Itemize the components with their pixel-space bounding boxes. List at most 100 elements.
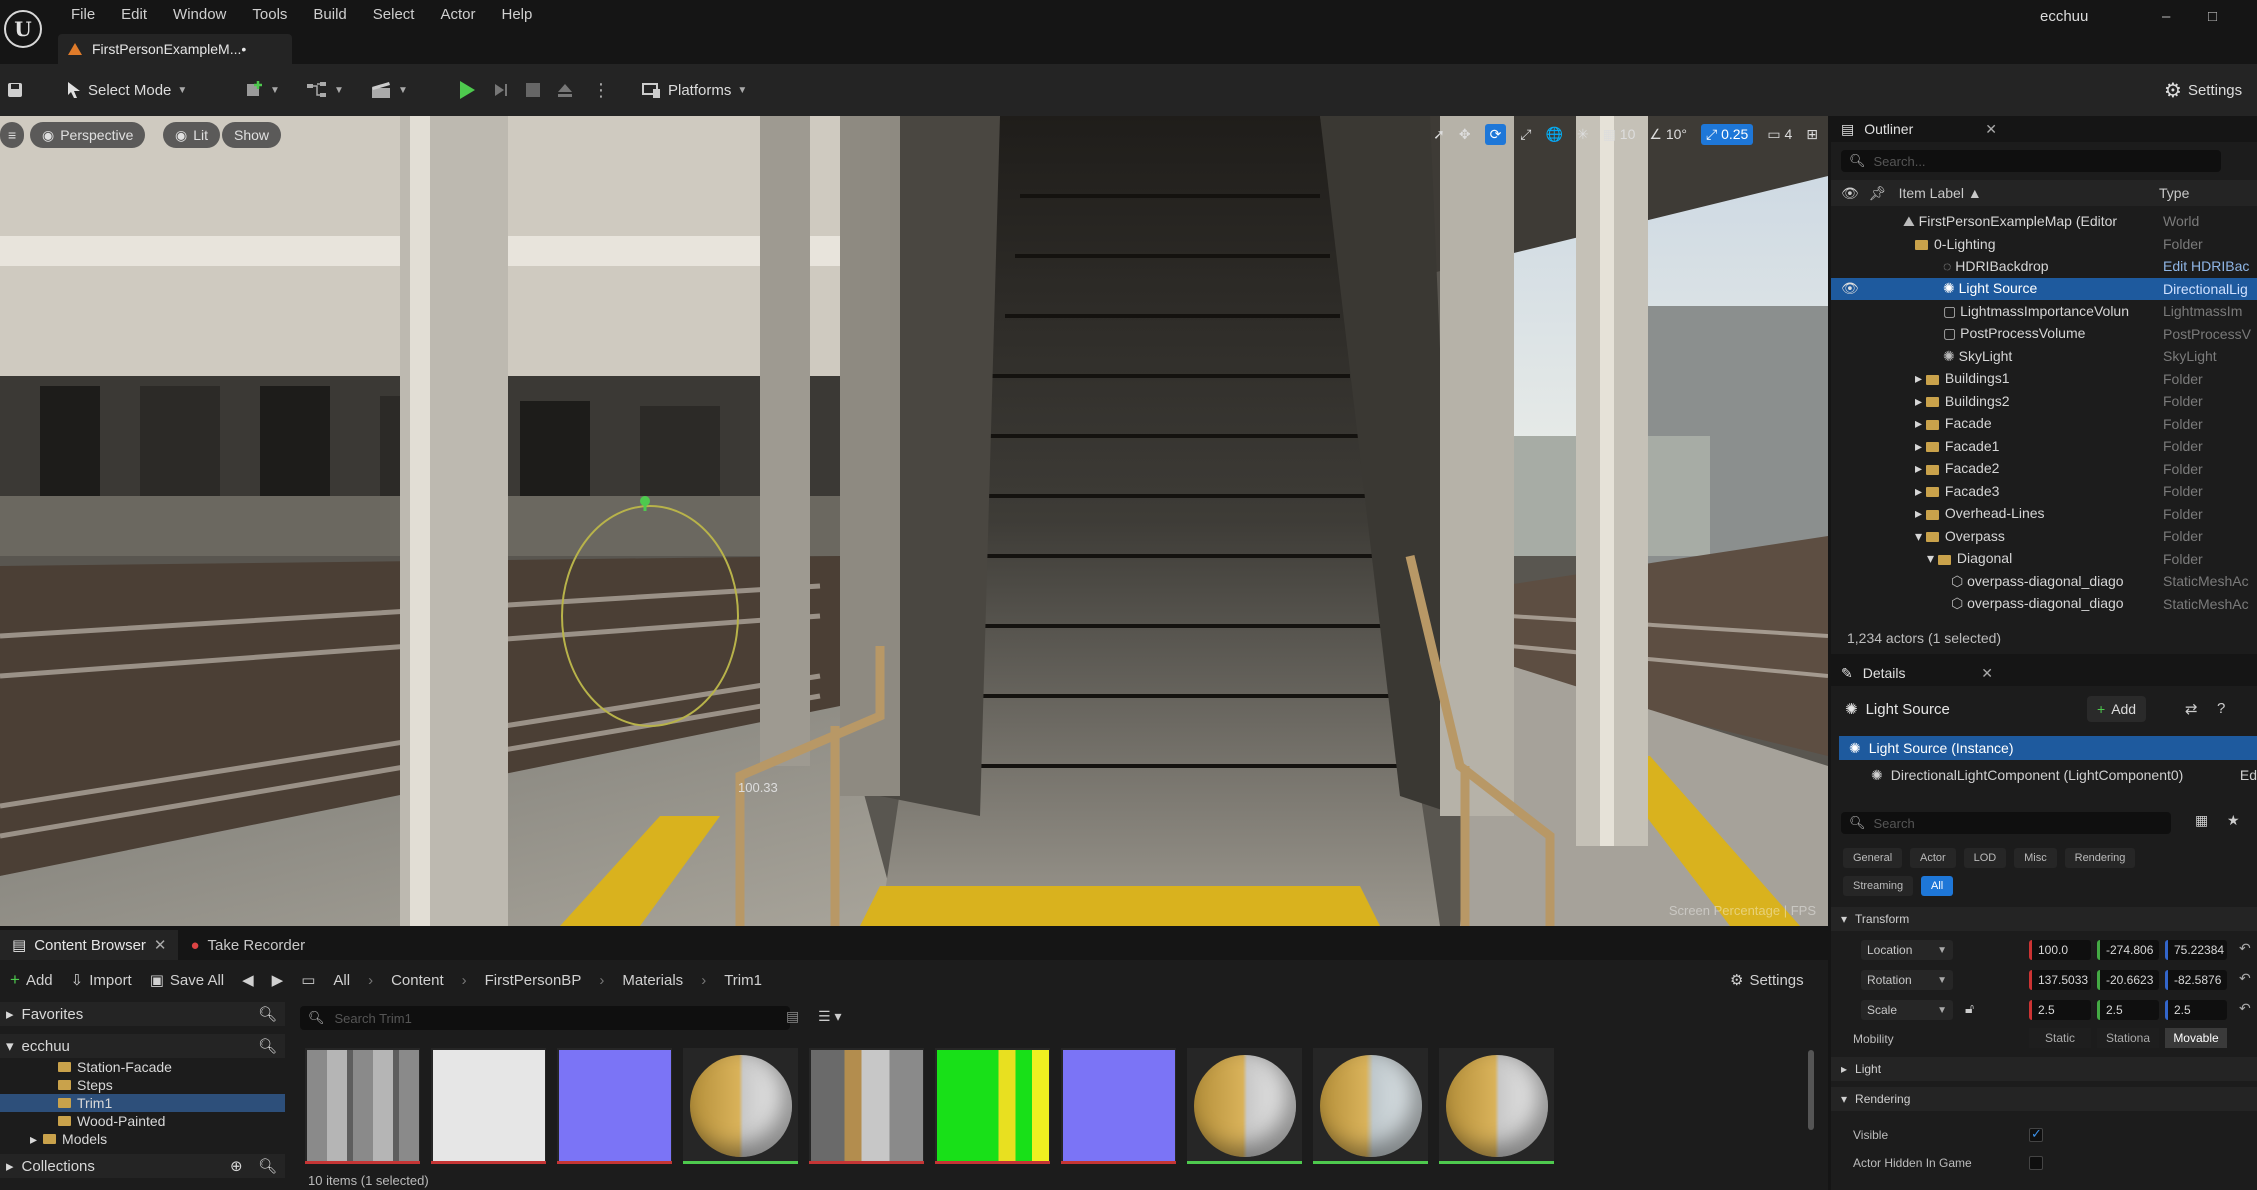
root-folder-header[interactable]: ▾ ecchuu 🔍︎ xyxy=(0,1034,285,1058)
component-row-instance[interactable]: ✺ Light Source (Instance) xyxy=(1839,736,2257,760)
tree-row-folder[interactable]: ▸ Facade3 Folder xyxy=(1831,480,2257,503)
menu-tools[interactable]: Tools xyxy=(239,5,300,25)
settings-button[interactable]: ⚙ Settings xyxy=(2164,76,2242,104)
location-x-input[interactable]: 100.0 xyxy=(2029,940,2091,960)
rotation-y-input[interactable]: -20.6623 xyxy=(2097,970,2159,990)
mobility-static[interactable]: Static xyxy=(2029,1028,2091,1048)
world-space-icon[interactable]: 🌐 xyxy=(1546,126,1563,143)
asset-tile-material[interactable] xyxy=(1439,1048,1554,1164)
grid-snap-button[interactable]: ▦ 10 xyxy=(1603,126,1636,143)
add-actor-button[interactable]: ▼ xyxy=(244,76,280,104)
filter-all[interactable]: All xyxy=(1921,876,1954,896)
asset-grid-scrollbar[interactable] xyxy=(1808,1050,1814,1130)
asset-tile-material[interactable] xyxy=(1187,1048,1302,1164)
add-collection-icon[interactable]: ⊕ xyxy=(230,1157,243,1175)
visibility-column-icon[interactable]: 👁︎ xyxy=(1841,185,1859,202)
folder-item[interactable]: ▸ Models xyxy=(0,1130,285,1148)
reset-rotation-icon[interactable]: ↶ xyxy=(2239,970,2251,987)
type-column[interactable]: Type xyxy=(2159,185,2189,201)
stop-button[interactable] xyxy=(525,76,541,104)
reset-location-icon[interactable]: ↶ xyxy=(2239,940,2251,957)
menu-window[interactable]: Window xyxy=(160,5,239,25)
outliner-tab[interactable]: ▤ Outliner ✕ xyxy=(1831,116,2257,142)
details-search-input[interactable]: 🔍︎ Search xyxy=(1841,812,2171,834)
table-view-icon[interactable]: ▦ xyxy=(2195,812,2208,829)
tree-row-actor[interactable]: ▢ PostProcessVolume PostProcessV xyxy=(1831,323,2257,346)
outliner-search-input[interactable]: 🔍︎ Search... xyxy=(1841,150,2221,172)
lock-icon[interactable]: 🔓︎ xyxy=(1965,1000,1974,1017)
import-button[interactable]: ⇩ Import xyxy=(71,971,132,990)
step-button[interactable] xyxy=(493,76,509,104)
tree-row-folder[interactable]: ▾ Diagonal Folder xyxy=(1831,548,2257,571)
mobility-stationary[interactable]: Stationa xyxy=(2097,1028,2159,1048)
scale-z-input[interactable]: 2.5 xyxy=(2165,1000,2227,1020)
menu-file[interactable]: File xyxy=(58,5,108,25)
location-z-input[interactable]: 75.22384 xyxy=(2165,940,2227,960)
add-button[interactable]: + Add xyxy=(10,970,53,990)
history-back-icon[interactable]: ◀ xyxy=(242,971,254,989)
folder-item[interactable]: Station-Facade xyxy=(0,1058,285,1076)
tree-row-actor[interactable]: ⬡ overpass-diagonal_diago StaticMeshAc xyxy=(1831,593,2257,616)
crumb-firstpersonbp[interactable]: FirstPersonBP xyxy=(485,972,582,989)
collections-header[interactable]: ▸ Collections ⊕ 🔍︎ xyxy=(0,1154,285,1178)
component-edit-link[interactable]: Ed xyxy=(2240,767,2257,783)
tree-row-folder[interactable]: ▸ Facade1 Folder xyxy=(1831,435,2257,458)
camera-speed-button[interactable]: ▭ 4 xyxy=(1767,126,1792,143)
asset-tile-texture[interactable] xyxy=(305,1048,420,1164)
save-search-icon[interactable]: ▤ xyxy=(786,1008,799,1025)
asset-search-input[interactable]: 🔍︎ Search Trim1 xyxy=(300,1006,790,1030)
folder-item[interactable]: Wood-Painted xyxy=(0,1112,285,1130)
hidden-in-game-checkbox[interactable] xyxy=(2029,1156,2043,1170)
tree-row-folder[interactable]: ▸ Buildings2 Folder xyxy=(1831,390,2257,413)
select-tool-icon[interactable]: ➚ xyxy=(1433,126,1445,143)
tree-row-folder[interactable]: ▸ Buildings1 Folder xyxy=(1831,368,2257,391)
play-options-icon[interactable]: ⋮ xyxy=(592,76,610,104)
rendering-section-header[interactable]: ▾ Rendering xyxy=(1831,1087,2257,1111)
tree-row-world[interactable]: ⛰ FirstPersonExampleMap (Editor World xyxy=(1831,210,2257,233)
maximize-viewport-icon[interactable]: ⊞ xyxy=(1806,126,1818,143)
component-row-light[interactable]: ✺ DirectionalLightComponent (LightCompon… xyxy=(1871,764,2257,786)
asset-tile-texture[interactable] xyxy=(809,1048,924,1164)
scale-mode-dropdown[interactable]: Scale ▼ xyxy=(1861,1000,1953,1020)
menu-select[interactable]: Select xyxy=(360,5,428,25)
save-level-icon[interactable] xyxy=(6,76,24,104)
view-mode-dropdown[interactable]: ◉ Lit xyxy=(163,122,221,148)
tree-row-actor[interactable]: ⬡ overpass-diagonal_diago StaticMeshAc xyxy=(1831,570,2257,593)
menu-help[interactable]: Help xyxy=(489,5,546,25)
asset-tile-texture[interactable] xyxy=(557,1048,672,1164)
level-document-tab[interactable]: FirstPersonExampleM...• xyxy=(58,34,292,64)
filter-misc[interactable]: Misc xyxy=(2014,848,2057,868)
tree-row-folder[interactable]: ▾ Overpass Folder xyxy=(1831,525,2257,548)
light-section-header[interactable]: ▸ Light xyxy=(1831,1057,2257,1081)
details-tab[interactable]: ✎ Details ✕ xyxy=(1831,660,2257,686)
location-mode-dropdown[interactable]: Location ▼ xyxy=(1861,940,1953,960)
tree-row-selected[interactable]: 👁︎ ✺ Light Source DirectionalLig xyxy=(1831,277,2257,300)
eject-button[interactable] xyxy=(556,76,574,104)
crumb-materials[interactable]: Materials xyxy=(622,972,683,989)
menu-actor[interactable]: Actor xyxy=(427,5,488,25)
minimize-button[interactable]: – xyxy=(2162,8,2170,25)
select-mode-dropdown[interactable]: Select Mode ▼ xyxy=(66,76,187,104)
history-forward-icon[interactable]: ▶ xyxy=(272,971,284,989)
transform-section-header[interactable]: ▾ Transform xyxy=(1831,907,2257,931)
asset-tile-texture[interactable] xyxy=(1061,1048,1176,1164)
filter-lod[interactable]: LOD xyxy=(1963,848,2007,868)
tree-row-folder[interactable]: 0-Lighting Folder xyxy=(1831,233,2257,256)
tree-row-actor[interactable]: ◌ HDRIBackdrop Edit HDRIBac xyxy=(1831,255,2257,278)
help-icon[interactable]: ? xyxy=(2217,700,2225,717)
filter-rendering[interactable]: Rendering xyxy=(2064,848,2136,868)
tree-row-actor[interactable]: ✺ SkyLight SkyLight xyxy=(1831,345,2257,368)
maximize-button[interactable]: □ xyxy=(2208,8,2217,25)
tree-row-folder[interactable]: ▸ Overhead-Lines Folder xyxy=(1831,503,2257,526)
surface-snap-icon[interactable]: ✳ xyxy=(1577,126,1589,143)
tree-row-folder[interactable]: ▸ Facade Folder xyxy=(1831,413,2257,436)
folder-item[interactable]: Steps xyxy=(0,1076,285,1094)
asset-tile-material[interactable] xyxy=(683,1048,798,1164)
menu-edit[interactable]: Edit xyxy=(108,5,160,25)
crumb-content[interactable]: Content xyxy=(391,972,444,989)
asset-tile-texture[interactable] xyxy=(935,1048,1050,1164)
scale-y-input[interactable]: 2.5 xyxy=(2097,1000,2159,1020)
pin-column-icon[interactable]: 📌︎ xyxy=(1869,185,1887,202)
blueprint-convert-icon[interactable]: ⇄ xyxy=(2185,700,2198,718)
eye-icon[interactable]: 👁︎ xyxy=(1841,280,1859,297)
